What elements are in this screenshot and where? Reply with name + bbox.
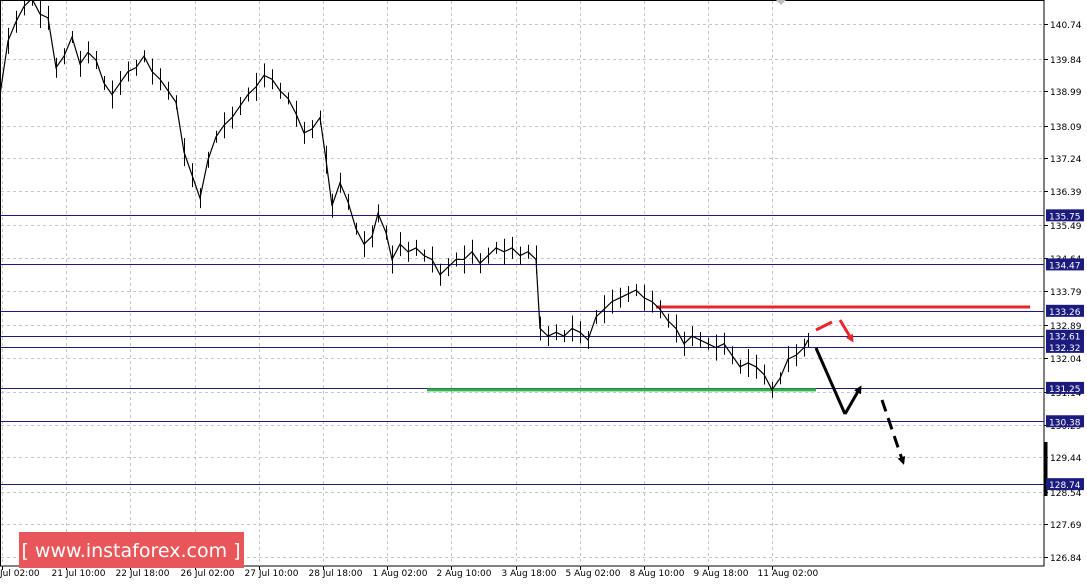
y-tick-label: 137.24 bbox=[1050, 155, 1082, 165]
y-tick-label: 127.69 bbox=[1050, 521, 1082, 531]
y-tick-label: 133.79 bbox=[1050, 288, 1082, 298]
x-tick-label: 8 Aug 10:00 bbox=[630, 569, 685, 579]
x-tick-label: 28 Jul 18:00 bbox=[309, 569, 363, 579]
x-tick-label: 3 Aug 18:00 bbox=[502, 569, 557, 579]
price-chart: 140.74 139.84 138.99 138.09 137.24 136.39 135.… bbox=[0, 0, 1087, 582]
y-tick-label: 138.99 bbox=[1050, 88, 1082, 98]
x-tick-label: 27 Jul 10:00 bbox=[245, 569, 299, 579]
x-tick-label: 26 Jul 02:00 bbox=[181, 569, 235, 579]
y-tick-label: 138.09 bbox=[1050, 123, 1082, 133]
x-tick-label: 11 Aug 02:00 bbox=[758, 569, 819, 579]
level-label: 134.47 bbox=[1049, 261, 1081, 271]
y-tick-label: 132.04 bbox=[1050, 355, 1082, 365]
level-label: 128.74 bbox=[1049, 481, 1081, 491]
x-tick-label: 1 Aug 02:00 bbox=[373, 569, 428, 579]
level-label: 130.38 bbox=[1049, 418, 1081, 428]
y-tick-label: 126.84 bbox=[1050, 554, 1082, 564]
level-label: 132.32 bbox=[1049, 344, 1081, 354]
y-tick-label: 139.84 bbox=[1050, 56, 1082, 66]
x-tick-label: Jul 02:00 bbox=[0, 569, 40, 579]
chart-canvas: 140.74 139.84 138.99 138.09 137.24 136.39 135.… bbox=[0, 0, 1084, 579]
level-label: 135.75 bbox=[1049, 212, 1081, 222]
level-label: 131.25 bbox=[1049, 385, 1081, 395]
x-tick-label: 9 Aug 18:00 bbox=[694, 569, 749, 579]
x-tick-label: 22 Jul 18:00 bbox=[116, 569, 170, 579]
x-tick-label: 21 Jul 10:00 bbox=[52, 569, 106, 579]
y-tick-label: 136.39 bbox=[1050, 188, 1082, 198]
plot-frame bbox=[0, 0, 1045, 567]
y-tick-label: 135.49 bbox=[1050, 222, 1082, 232]
y-tick-label: 129.44 bbox=[1050, 454, 1082, 464]
watermark-text: [ www.instaforex.com ] bbox=[21, 540, 240, 562]
level-label: 133.26 bbox=[1049, 308, 1081, 318]
y-tick-label: 140.74 bbox=[1050, 21, 1082, 31]
x-tick-label: 5 Aug 02:00 bbox=[566, 569, 621, 579]
x-tick-label: 2 Aug 10:00 bbox=[437, 569, 492, 579]
